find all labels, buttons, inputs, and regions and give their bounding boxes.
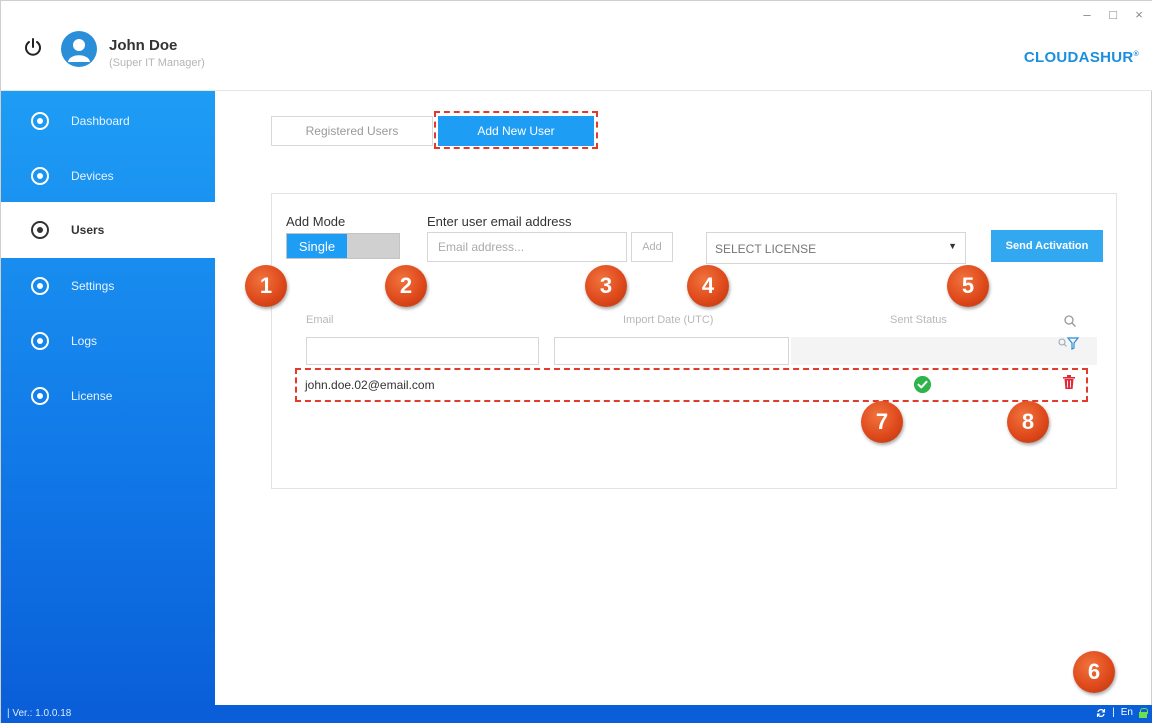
- callout-1: 1: [245, 265, 287, 307]
- status-bar: | Ver.: 1.0.0.18 | En: [1, 705, 1152, 723]
- callout-4: 4: [687, 265, 729, 307]
- sidebar-item-label: Devices: [71, 169, 114, 183]
- column-header-email[interactable]: Email: [306, 314, 334, 326]
- sidebar: Dashboard Devices Users Settings Logs Li…: [1, 91, 215, 705]
- minimize-icon[interactable]: –: [1081, 7, 1093, 22]
- sidebar-item-label: License: [71, 389, 113, 403]
- add-mode-label: Add Mode: [286, 214, 346, 229]
- sync-icon[interactable]: [1096, 708, 1106, 718]
- brand-name: CLOUDASHUR: [1023, 49, 1134, 66]
- brand-registered-mark: ®: [1133, 51, 1139, 58]
- date-filter-input[interactable]: [554, 337, 789, 365]
- sidebar-item-label: Users: [71, 223, 105, 237]
- email-label: Enter user email address: [427, 214, 572, 229]
- column-header-sent-status[interactable]: Sent Status: [890, 314, 947, 326]
- sidebar-item-settings[interactable]: Settings: [1, 258, 215, 314]
- sidebar-item-license[interactable]: License: [1, 368, 215, 424]
- add-button[interactable]: Add: [631, 232, 673, 262]
- devices-icon: [31, 167, 49, 185]
- highlight-frame-tab: [434, 111, 598, 149]
- sidebar-item-dashboard[interactable]: Dashboard: [1, 93, 215, 149]
- license-select[interactable]: SELECT LICENSE ▼: [706, 232, 966, 264]
- settings-icon: [31, 277, 49, 295]
- user-name: John Doe: [109, 37, 178, 54]
- user-avatar-icon: [68, 39, 90, 62]
- sidebar-item-label: Settings: [71, 279, 115, 293]
- license-select-value: SELECT LICENSE: [715, 242, 817, 256]
- send-activation-button[interactable]: Send Activation: [991, 230, 1103, 262]
- close-icon[interactable]: ×: [1133, 7, 1145, 22]
- dashboard-icon: [31, 112, 49, 130]
- callout-8: 8: [1007, 401, 1049, 443]
- email-filter-input[interactable]: [306, 337, 539, 365]
- user-role: (Super IT Manager): [109, 57, 205, 69]
- filter-icon[interactable]: [1051, 337, 1085, 351]
- status-separator: |: [1112, 707, 1115, 718]
- sidebar-item-users[interactable]: Users: [1, 202, 215, 258]
- app-header: John Doe (Super IT Manager) – □ × CLOUDA…: [1, 1, 1152, 91]
- version-label: | Ver.: 1.0.0.18: [7, 708, 72, 719]
- callout-2: 2: [385, 265, 427, 307]
- sidebar-item-logs[interactable]: Logs: [1, 313, 215, 369]
- lock-icon: [1139, 707, 1148, 718]
- tab-registered-users[interactable]: Registered Users: [271, 116, 433, 146]
- callout-7: 7: [861, 401, 903, 443]
- language-selector[interactable]: En: [1121, 707, 1133, 718]
- row-email: john.doe.02@email.com: [305, 378, 435, 392]
- column-header-import-date[interactable]: Import Date (UTC): [623, 314, 713, 326]
- sidebar-item-devices[interactable]: Devices: [1, 148, 215, 204]
- logs-icon: [31, 332, 49, 350]
- status-bar-right: | En: [1096, 707, 1148, 718]
- chevron-down-icon: ▼: [948, 241, 957, 251]
- sidebar-item-label: Dashboard: [71, 114, 130, 128]
- mode-single: Single: [287, 234, 347, 258]
- app-window: John Doe (Super IT Manager) – □ × CLOUDA…: [0, 0, 1152, 723]
- license-icon: [31, 387, 49, 405]
- users-icon: [31, 221, 49, 239]
- email-input[interactable]: [427, 232, 627, 262]
- callout-6: 6: [1073, 651, 1115, 693]
- trash-icon[interactable]: [1063, 375, 1075, 389]
- add-mode-toggle[interactable]: Single: [286, 233, 400, 259]
- maximize-icon[interactable]: □: [1107, 7, 1119, 22]
- window-controls: – □ ×: [1081, 7, 1145, 22]
- search-icon[interactable]: [1063, 314, 1077, 328]
- brand-logo: CLOUDASHUR®: [1024, 49, 1139, 66]
- power-icon[interactable]: [23, 37, 43, 57]
- check-circle-icon: [914, 376, 931, 393]
- callout-5: 5: [947, 265, 989, 307]
- sidebar-item-label: Logs: [71, 334, 98, 348]
- callout-3: 3: [585, 265, 627, 307]
- avatar[interactable]: [61, 31, 97, 67]
